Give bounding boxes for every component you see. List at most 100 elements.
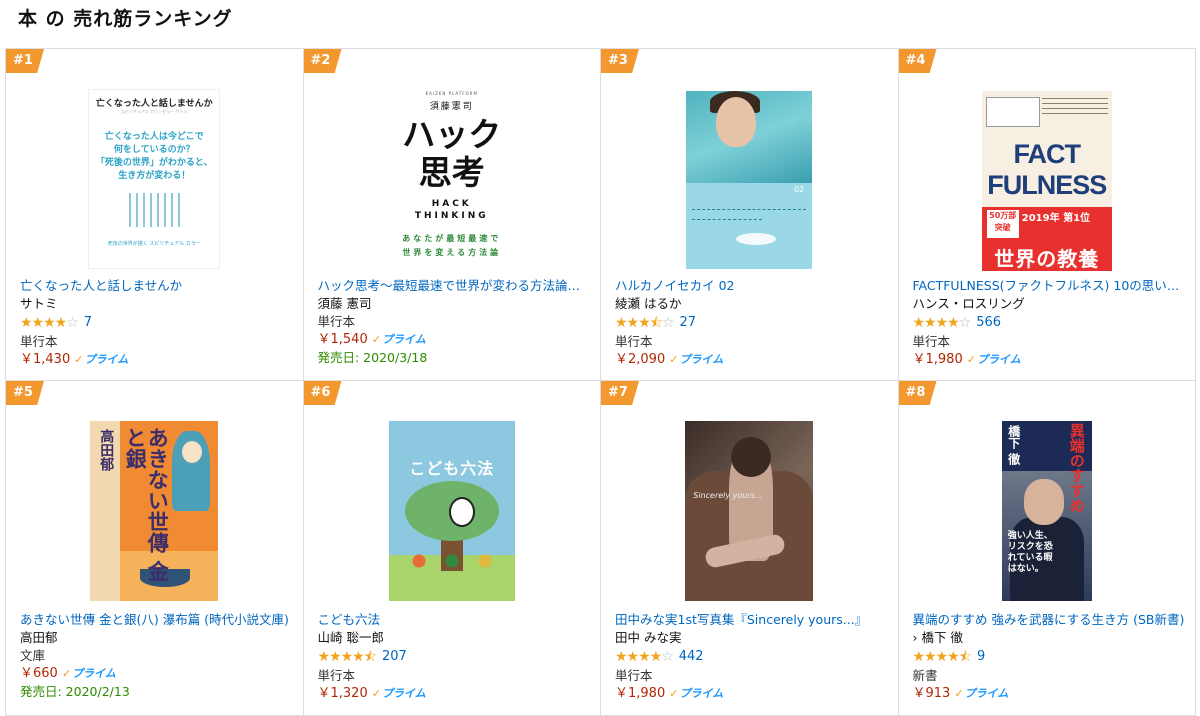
product-title-link[interactable]: FACTFULNESS(ファクトフルネス) 10の思い込… <box>913 277 1186 295</box>
cover-bestseller: 2019年 第1位 <box>1021 213 1091 224</box>
product-rating[interactable]: ★★★★⯪ 207 <box>318 647 591 667</box>
rank-badge: #1 <box>6 49 44 73</box>
product-format: 新書 <box>912 668 938 683</box>
prime-check-icon: ✓ <box>954 687 964 700</box>
book-cover[interactable]: 高田郁 あきない世傳 金と銀 <box>90 421 219 601</box>
product-rating[interactable]: ★★★★⯪ 9 <box>913 647 1186 667</box>
product-author: 山崎 聡一郎 <box>317 630 384 645</box>
product-price: ￥660 <box>20 666 58 681</box>
cover-title: こども六法 <box>409 459 495 478</box>
cover-photo-face <box>716 97 757 147</box>
star-rating-icon: ★★★★⯪ <box>912 649 972 665</box>
cover-tagline: あなたが最短最速で <box>402 234 502 243</box>
prime-check-icon: ✓ <box>74 353 84 366</box>
star-rating-icon: ★★★★☆ <box>912 315 972 331</box>
book-cover[interactable]: 亡くなった人と話しませんか スピリチュアル カウンセラー サトミ 亡くなった人は… <box>88 89 221 269</box>
cover-blurb <box>1041 95 1108 125</box>
product-rating[interactable]: ★★★★☆ 7 <box>20 313 293 333</box>
prime-badge: ✓プライム <box>669 687 724 700</box>
rating-count-link[interactable]: 566 <box>976 314 1001 332</box>
release-date: 発売日: 2020/3/18 <box>317 350 428 365</box>
cover-figure-face <box>182 441 203 463</box>
product-author[interactable]: › 橋下 徹 <box>913 629 1186 647</box>
prime-check-icon: ✓ <box>371 687 381 700</box>
product-author: ハンス・ロスリング <box>912 296 1025 311</box>
book-cover[interactable]: KAIZEN PLATFORM 須藤憲司 ハック 思考 HACK THINKIN… <box>386 89 517 269</box>
product-format: 単行本 <box>615 668 653 683</box>
book-cover[interactable]: Sincerely yours... <box>685 421 814 601</box>
product-rating[interactable]: ★★★★☆ 442 <box>615 647 888 667</box>
prime-badge: ✓プライム <box>74 353 129 366</box>
prime-check-icon: ✓ <box>669 687 679 700</box>
product-title-link[interactable]: 田中みな実1st写真集『Sincerely yours...』 <box>615 611 888 629</box>
rank-badge: #3 <box>601 49 639 73</box>
cover-title: あきない世傳 金と銀 <box>123 427 170 582</box>
book-cover[interactable]: こども六法 <box>388 421 515 601</box>
product-title-link[interactable]: 亡くなった人と話しませんか <box>20 277 293 295</box>
cover-line: 生き方が変わる！ <box>118 171 191 181</box>
product-price: ￥2,090 <box>615 352 666 367</box>
dolphin-icon <box>736 233 777 245</box>
rating-count-link[interactable]: 442 <box>679 648 704 666</box>
book-cover[interactable]: 02 <box>686 91 813 269</box>
ranking-grid: #1 亡くなった人と話しませんか スピリチュアル カウンセラー サトミ 亡くなっ… <box>5 48 1196 716</box>
product-format: 単行本 <box>317 314 356 329</box>
cover-heading: 亡くなった人と話しませんか <box>95 99 213 109</box>
product-card-2: #2 KAIZEN PLATFORM 須藤憲司 ハック 思考 HACK THIN… <box>303 49 601 381</box>
cover-line: 何をしているのか？ <box>113 145 195 155</box>
product-card-7: #7 Sincerely yours... 田中みな実1st写真集『Sincer… <box>601 381 899 716</box>
product-author: 須藤 憲司 <box>317 296 372 311</box>
prime-badge: ✓プライム <box>954 687 1009 700</box>
product-price: ￥1,980 <box>912 352 963 367</box>
rating-count-link[interactable]: 7 <box>84 314 92 332</box>
rating-count-link[interactable]: 207 <box>382 648 407 666</box>
prime-check-icon: ✓ <box>61 667 72 680</box>
cover-title: FULNESS <box>987 170 1107 200</box>
prime-badge: ✓プライム <box>61 667 116 680</box>
panda-icon <box>448 497 475 527</box>
cover-line: 「死後の世界」がわかると、 <box>95 158 213 168</box>
product-rating[interactable]: ★★★⯪☆ 27 <box>615 313 888 333</box>
cover-leaves <box>396 551 507 571</box>
rank-badge: #4 <box>898 49 937 73</box>
product-title-link[interactable]: 異端のすすめ 強みを武器にする生き方 (SB新書) <box>913 611 1186 629</box>
book-cover[interactable]: FACT FULNESS 50万部 突破 2019年 第1位 世界の教養 <box>981 91 1112 271</box>
book-cover[interactable]: 橋下 徹 異端のすすめ 強い人生、リスクを恐れている暇はない。 <box>1001 421 1092 601</box>
product-title-link[interactable]: あきない世傳 金と銀(八) 瀑布篇 (時代小説文庫) <box>20 611 293 629</box>
product-author: 綾瀬 はるか <box>615 296 682 311</box>
product-title-link[interactable]: ハック思考〜最短最速で世界が変わる方法論〜… <box>318 277 591 295</box>
rating-count-link[interactable]: 9 <box>977 648 985 666</box>
star-rating-icon: ★★★★☆ <box>615 649 674 665</box>
cover-sales-badge: 50万部 突破 <box>985 209 1020 239</box>
product-author: サトミ <box>20 296 58 311</box>
product-author: 高田郁 <box>20 630 58 645</box>
cover-title: 異端のすすめ <box>1067 423 1086 513</box>
product-title-link[interactable]: こども六法 <box>318 611 591 629</box>
cover-title: ハック <box>402 115 502 154</box>
product-title-link[interactable]: ハルカノイセカイ 02 <box>615 277 888 295</box>
prime-badge: ✓プライム <box>371 687 426 700</box>
cover-subtitle: スピリチュアル カウンセラー サトミ <box>121 109 188 114</box>
cover-volume: 02 <box>794 185 805 194</box>
product-price: ￥1,430 <box>20 352 71 367</box>
product-card-4: #4 FACT FULNESS 50万部 突破 2019年 第1位 世界の教養 … <box>898 49 1196 381</box>
rating-count-link[interactable]: 27 <box>679 314 696 332</box>
cover-author: 須藤憲司 <box>429 102 474 112</box>
product-format: 単行本 <box>912 334 951 349</box>
cover-author: 高田郁 <box>98 429 115 471</box>
product-author: 田中 みな実 <box>615 630 682 645</box>
prime-check-icon: ✓ <box>371 333 381 346</box>
cover-english: THINKING <box>414 211 489 221</box>
cover-tagline: 世界を変える方法論 <box>402 248 502 257</box>
release-date: 発売日: 2020/2/13 <box>20 684 130 699</box>
cover-line: 亡くなった人は今どこで <box>104 132 204 142</box>
cover-tagline: 強い人生、リスクを恐れている暇はない。 <box>1007 531 1053 574</box>
product-format: 文庫 <box>20 648 46 663</box>
rank-badge: #5 <box>6 381 44 405</box>
product-rating[interactable]: ★★★★☆ 566 <box>913 313 1186 333</box>
star-rating-icon: ★★★★☆ <box>20 315 79 331</box>
product-format: 単行本 <box>20 334 58 349</box>
prime-check-icon: ✓ <box>966 353 976 366</box>
cover-signature: Sincerely yours... <box>693 491 763 500</box>
page-title: 本 の 売れ筋ランキング <box>18 8 233 30</box>
